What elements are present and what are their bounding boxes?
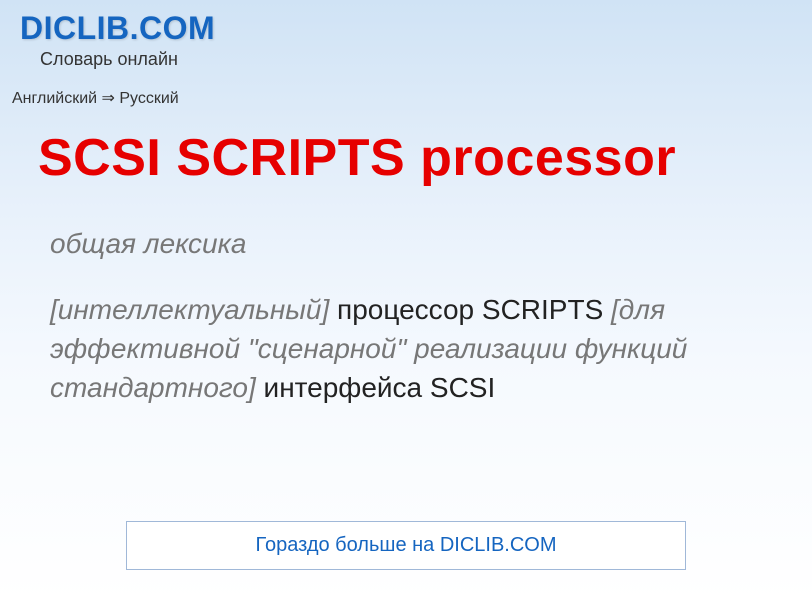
definition-block: [интеллектуальный] процессор SCRIPTS [дл…	[50, 290, 812, 408]
header: DICLIB.COM Словарь онлайн	[0, 0, 812, 70]
site-logo[interactable]: DICLIB.COM	[20, 10, 812, 47]
breadcrumb[interactable]: Английский ⇒ Русский	[12, 88, 812, 108]
cta-box[interactable]: Гораздо больше на DICLIB.COM	[126, 521, 686, 570]
definition-part2-main: интерфейса SCSI	[264, 372, 496, 403]
entry-title: SCSI SCRIPTS processor	[38, 128, 812, 188]
definition-part1-bracket: [интеллектуальный]	[50, 294, 337, 325]
category-label: общая лексика	[50, 228, 812, 260]
definition-part1-main: процессор SCRIPTS	[337, 294, 611, 325]
cta-text: Гораздо больше на DICLIB.COM	[255, 534, 556, 556]
site-tagline: Словарь онлайн	[40, 49, 812, 70]
